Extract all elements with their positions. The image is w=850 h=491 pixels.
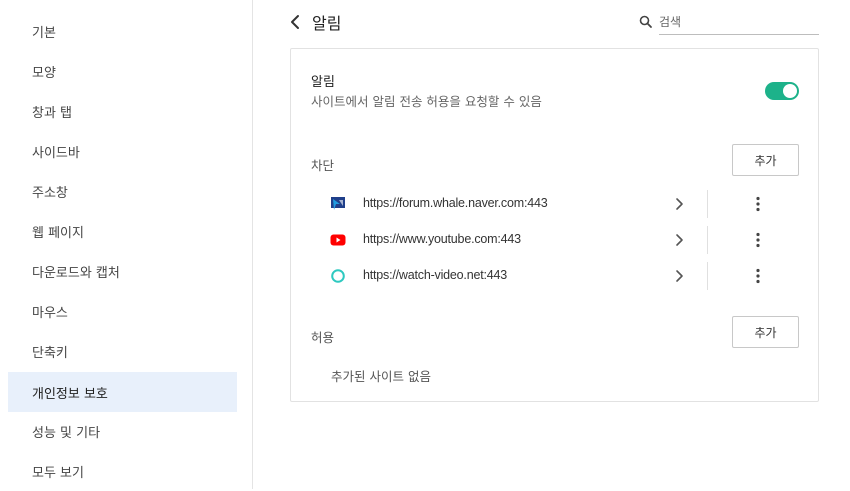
search-box — [638, 10, 819, 35]
sidebar-item-mouse[interactable]: 마우스 — [8, 291, 237, 331]
more-vertical-icon — [756, 268, 760, 284]
chevron-right-icon[interactable] — [674, 196, 686, 212]
more-vertical-icon — [756, 196, 760, 212]
add-allowed-site-button[interactable]: 추가 — [732, 316, 799, 348]
sidebar-item-address-bar[interactable]: 주소창 — [8, 171, 237, 211]
more-options-button[interactable] — [748, 194, 768, 214]
row-divider — [707, 226, 708, 254]
blocked-section-label: 차단 — [311, 158, 335, 173]
search-icon — [639, 15, 652, 28]
search-input[interactable] — [659, 10, 819, 35]
row-divider — [707, 262, 708, 290]
more-options-button[interactable] — [748, 266, 768, 286]
circle-favicon — [331, 269, 345, 283]
toggle-knob — [783, 84, 797, 98]
youtube-favicon — [330, 234, 346, 246]
page-header: 알림 — [253, 0, 850, 44]
more-vertical-icon — [756, 232, 760, 248]
site-url[interactable]: https://www.youtube.com:443 — [363, 232, 521, 246]
chevron-right-icon[interactable] — [674, 232, 686, 248]
chevron-left-icon — [291, 15, 299, 29]
site-url[interactable]: https://watch-video.net:443 — [363, 268, 507, 282]
sidebar-item-performance[interactable]: 성능 및 기타 — [8, 411, 237, 451]
add-blocked-site-button[interactable]: 추가 — [732, 144, 799, 176]
settings-sidebar: 기본 모양 창과 탭 사이드바 주소창 웹 페이지 다운로드와 캡처 마우스 단… — [0, 0, 253, 489]
more-options-button[interactable] — [748, 230, 768, 250]
chevron-right-icon[interactable] — [674, 268, 686, 284]
row-divider — [707, 190, 708, 218]
notification-toggle[interactable] — [765, 82, 799, 100]
allowed-section-label: 허용 — [311, 330, 335, 345]
sidebar-item-web-page[interactable]: 웹 페이지 — [8, 211, 237, 251]
sidebar-item-download-capture[interactable]: 다운로드와 캡처 — [8, 251, 237, 291]
blocked-site-row: https://watch-video.net:443 — [311, 258, 799, 294]
blocked-site-row: https://www.youtube.com:443 — [311, 222, 799, 258]
page-title: 알림 — [312, 14, 342, 33]
back-button[interactable] — [286, 12, 304, 32]
notification-setting-description: 사이트에서 알림 전송 허용을 요청할 수 있음 — [311, 94, 542, 109]
site-url[interactable]: https://forum.whale.naver.com:443 — [363, 196, 548, 210]
sidebar-item-privacy[interactable]: 개인정보 보호 — [8, 372, 237, 412]
notification-settings-card: 알림 사이트에서 알림 전송 허용을 요청할 수 있음 차단 추가 https:… — [290, 48, 819, 402]
sidebar-item-shortcuts[interactable]: 단축키 — [8, 331, 237, 371]
sidebar-item-windows-tabs[interactable]: 창과 탭 — [8, 91, 237, 131]
allowed-empty-text: 추가된 사이트 없음 — [331, 369, 431, 384]
blocked-site-row: https://forum.whale.naver.com:443 — [311, 186, 799, 222]
sidebar-item-basic[interactable]: 기본 — [8, 11, 237, 51]
sidebar-item-sidebar[interactable]: 사이드바 — [8, 131, 237, 171]
whale-forum-favicon — [331, 197, 345, 210]
notification-setting-title: 알림 — [311, 75, 335, 90]
sidebar-item-appearance[interactable]: 모양 — [8, 51, 237, 91]
sidebar-item-view-all[interactable]: 모두 보기 — [8, 451, 237, 491]
